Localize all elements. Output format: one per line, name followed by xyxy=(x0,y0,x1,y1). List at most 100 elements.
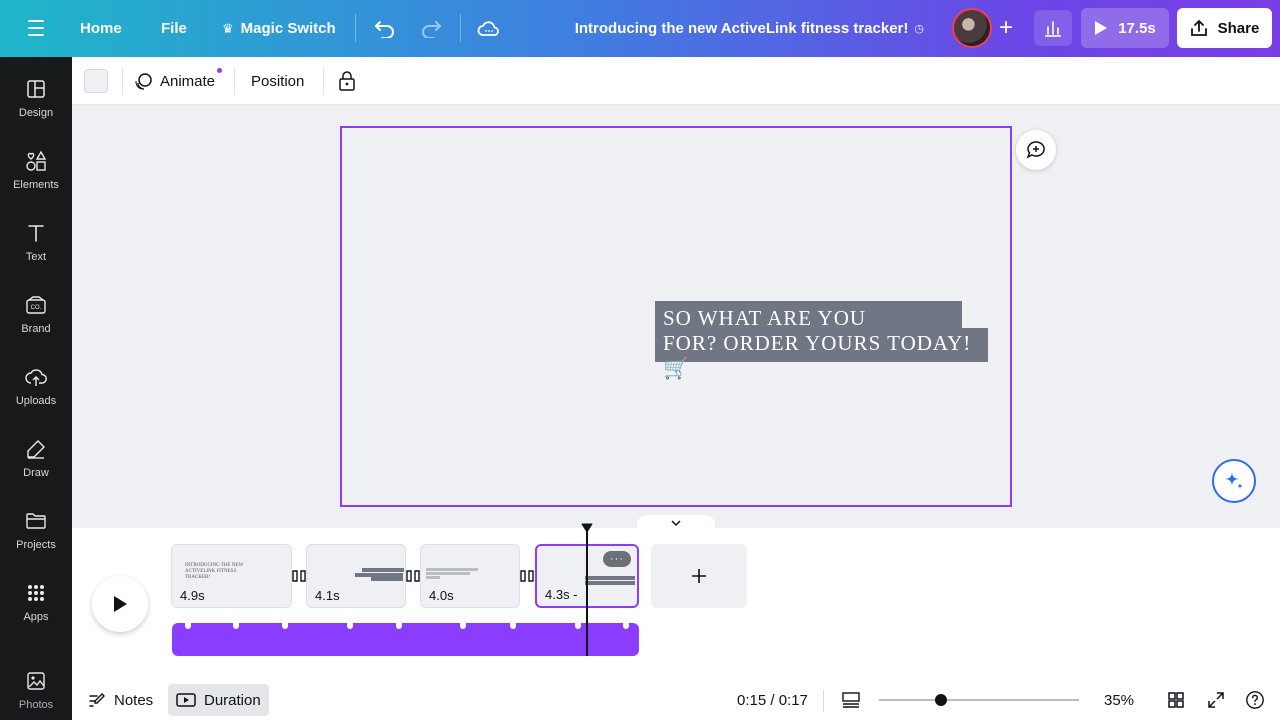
sidebar-item-label: Photos xyxy=(18,699,54,711)
insights-button[interactable] xyxy=(1034,10,1072,46)
transition-icon[interactable] xyxy=(291,569,307,583)
playback-time: 0:15 / 0:17 xyxy=(737,691,808,709)
timeline-play-button[interactable] xyxy=(92,576,148,632)
sidebar-item-label: Projects xyxy=(16,539,56,551)
sidebar-item-label: Design xyxy=(18,107,54,119)
sidebar-item-uploads[interactable]: Uploads xyxy=(0,361,72,425)
transition-icon[interactable] xyxy=(519,569,535,583)
cloud-save-icon[interactable] xyxy=(476,16,502,42)
sidebar-item-draw[interactable]: Draw xyxy=(0,433,72,497)
share-icon xyxy=(1190,20,1207,36)
audio-marker xyxy=(282,623,288,629)
clip-preview-bar xyxy=(585,576,635,580)
clip-duration: 4.3s - xyxy=(545,587,578,602)
plus-icon xyxy=(692,569,706,583)
timeline-clip-3[interactable]: 4.0s xyxy=(420,544,520,608)
avatar[interactable] xyxy=(952,8,992,48)
animate-icon xyxy=(135,73,152,90)
clip-duration: 4.9s xyxy=(180,588,205,603)
audio-track[interactable] xyxy=(172,623,639,656)
share-label: Share xyxy=(1217,19,1260,37)
notes-icon xyxy=(89,693,105,707)
audio-marker xyxy=(460,623,466,629)
divider xyxy=(122,67,123,95)
clip-duration: 4.0s xyxy=(429,588,454,603)
transition-icon[interactable] xyxy=(405,569,421,583)
position-button[interactable]: Position xyxy=(251,57,304,105)
apps-grid-icon xyxy=(24,581,48,605)
uploads-icon xyxy=(24,365,48,389)
home-button[interactable]: Home xyxy=(80,0,122,57)
add-comment-button[interactable] xyxy=(1016,130,1056,170)
zoom-slider-handle[interactable] xyxy=(935,694,947,706)
divider xyxy=(460,14,461,42)
zoom-slider-track[interactable] xyxy=(879,699,1079,701)
magic-switch-button[interactable]: ♛ Magic Switch xyxy=(222,0,336,57)
left-sidebar: Design Elements Text CO. Brand Uploads D… xyxy=(0,57,72,720)
file-menu-button[interactable]: File xyxy=(161,0,187,57)
divider xyxy=(355,14,356,42)
play-duration: 17.5s xyxy=(1118,19,1156,37)
fullscreen-icon[interactable] xyxy=(1206,690,1226,710)
notes-button[interactable]: Notes xyxy=(80,684,161,716)
clock-icon: ◷ xyxy=(914,23,924,35)
sidebar-item-design[interactable]: Design xyxy=(0,73,72,137)
magic-assistant-button[interactable] xyxy=(1212,459,1256,503)
duration-icon xyxy=(176,693,196,707)
clip-preview-bar xyxy=(585,581,635,585)
share-button[interactable]: Share xyxy=(1177,8,1272,48)
help-icon[interactable] xyxy=(1245,690,1265,710)
audio-marker xyxy=(510,623,516,629)
animate-label: Animate xyxy=(160,72,216,90)
sidebar-item-label: Apps xyxy=(23,611,49,623)
timeline-clip-2[interactable]: 4.1s xyxy=(306,544,406,608)
sidebar-item-apps[interactable]: Apps xyxy=(0,577,72,641)
chevron-down-icon xyxy=(671,520,681,526)
folder-icon xyxy=(24,509,48,533)
redo-icon[interactable] xyxy=(418,16,444,42)
lock-button[interactable] xyxy=(338,57,356,105)
add-collaborator-icon[interactable]: + xyxy=(994,14,1018,41)
audio-marker xyxy=(185,623,191,629)
sidebar-item-photos[interactable]: Photos xyxy=(0,665,72,720)
divider xyxy=(234,67,235,95)
animate-button[interactable]: Animate xyxy=(134,57,215,105)
zoom-level[interactable]: 35% xyxy=(1104,680,1134,720)
sparkle-icon xyxy=(1225,472,1243,489)
crown-icon: ♛ xyxy=(222,20,234,36)
background-color-swatch[interactable] xyxy=(84,69,108,93)
magic-switch-label: Magic Switch xyxy=(240,20,336,37)
bar-chart-icon xyxy=(1045,21,1061,37)
clip-preview-text: Introducing the new ActiveLink fitness t… xyxy=(185,563,244,580)
audio-marker xyxy=(396,623,402,629)
menu-icon[interactable] xyxy=(22,16,50,40)
clip-preview-bar xyxy=(426,572,470,575)
design-title[interactable]: Introducing the new ActiveLink fitness t… xyxy=(575,0,924,57)
clip-more-button[interactable]: ··· xyxy=(603,551,631,567)
text-line-2: FOR? ORDER YOURS TODAY! 🛒 xyxy=(655,328,988,380)
playhead-handle[interactable] xyxy=(581,523,593,533)
playhead[interactable] xyxy=(586,529,588,656)
add-page-button[interactable] xyxy=(651,544,747,608)
design-icon xyxy=(24,77,48,101)
duration-button[interactable]: Duration xyxy=(168,684,269,716)
sidebar-item-label: Brand xyxy=(21,323,51,335)
grid-view-icon[interactable] xyxy=(1166,690,1186,710)
comment-icon xyxy=(1026,141,1045,159)
undo-icon[interactable] xyxy=(372,16,398,42)
context-toolbar: Animate Position xyxy=(72,57,1280,105)
sidebar-item-text[interactable]: Text xyxy=(0,217,72,281)
draw-icon xyxy=(24,437,48,461)
svg-text:CO.: CO. xyxy=(31,305,42,311)
sidebar-item-label: Elements xyxy=(13,179,59,191)
sidebar-item-brand[interactable]: CO. Brand xyxy=(0,289,72,353)
sidebar-item-elements[interactable]: Elements xyxy=(0,145,72,209)
audio-marker xyxy=(347,623,353,629)
clip-duration: 4.1s xyxy=(315,588,340,603)
collapse-timeline-button[interactable] xyxy=(637,515,715,531)
page-view-icon[interactable] xyxy=(841,690,861,710)
play-preview-button[interactable]: 17.5s xyxy=(1081,8,1169,48)
sidebar-item-projects[interactable]: Projects xyxy=(0,505,72,569)
elements-icon xyxy=(24,149,48,173)
timeline-clip-1[interactable]: Introducing the new ActiveLink fitness t… xyxy=(171,544,292,608)
